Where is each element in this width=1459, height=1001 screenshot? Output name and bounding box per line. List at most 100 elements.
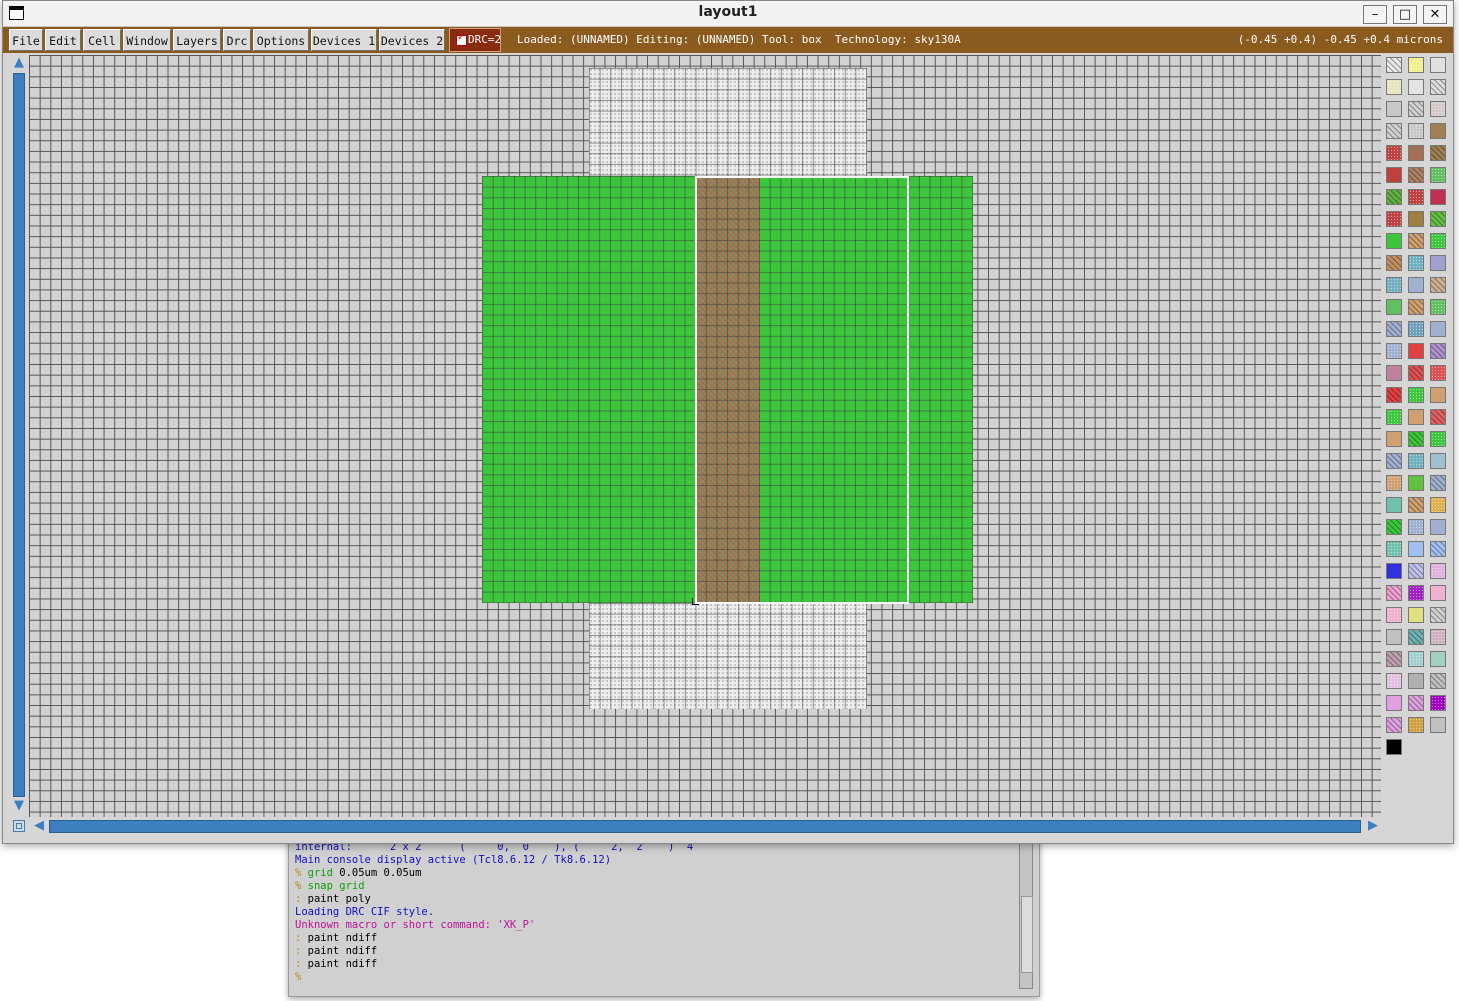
layer-swatch[interactable] <box>1386 343 1402 359</box>
maximize-button[interactable]: □ <box>1393 5 1417 24</box>
layer-swatch[interactable] <box>1408 585 1424 601</box>
layer-swatch[interactable] <box>1408 211 1424 227</box>
layer-swatch[interactable] <box>1430 541 1446 557</box>
layer-swatch[interactable] <box>1386 365 1402 381</box>
close-button[interactable]: ✕ <box>1423 5 1447 24</box>
layer-swatch[interactable] <box>1430 629 1446 645</box>
layer-swatch[interactable] <box>1408 145 1424 161</box>
layer-swatch[interactable] <box>1408 431 1424 447</box>
layer-swatch[interactable] <box>1408 57 1424 73</box>
down-arrow-icon[interactable]: ▼ <box>11 799 27 813</box>
console-scrollbar[interactable] <box>1019 835 1033 989</box>
layer-swatch[interactable] <box>1386 717 1402 733</box>
layer-swatch[interactable] <box>1386 563 1402 579</box>
layer-swatch[interactable] <box>1430 343 1446 359</box>
layer-swatch[interactable] <box>1430 211 1446 227</box>
left-arrow-icon[interactable]: ◀ <box>31 819 47 833</box>
layer-swatch[interactable] <box>1430 717 1446 733</box>
vertical-scrollbar[interactable]: ▲ ▼ <box>9 55 29 817</box>
layer-swatch[interactable] <box>1430 299 1446 315</box>
layer-swatch[interactable] <box>1386 79 1402 95</box>
layer-swatch[interactable] <box>1386 387 1402 403</box>
layer-swatch[interactable] <box>1430 475 1446 491</box>
layer-swatch[interactable] <box>1386 541 1402 557</box>
layer-swatch[interactable] <box>1430 321 1446 337</box>
layer-swatch[interactable] <box>1408 233 1424 249</box>
layer-swatch[interactable] <box>1408 101 1424 117</box>
layer-swatch[interactable] <box>1408 321 1424 337</box>
layer-swatch[interactable] <box>1408 409 1424 425</box>
layer-swatch[interactable] <box>1386 475 1402 491</box>
menu-devices-2[interactable]: Devices 2 <box>379 29 445 51</box>
layer-swatch[interactable] <box>1386 101 1402 117</box>
layer-swatch[interactable] <box>1430 585 1446 601</box>
layer-swatch[interactable] <box>1386 431 1402 447</box>
layer-swatch[interactable] <box>1386 277 1402 293</box>
layer-swatch[interactable] <box>1386 585 1402 601</box>
layer-swatch[interactable] <box>1430 607 1446 623</box>
layer-swatch[interactable] <box>1408 255 1424 271</box>
layer-swatch[interactable] <box>1408 277 1424 293</box>
layer-swatch[interactable] <box>1430 563 1446 579</box>
menu-layers[interactable]: Layers <box>173 29 221 51</box>
up-arrow-icon[interactable]: ▲ <box>11 56 27 70</box>
menu-cell[interactable]: Cell <box>83 29 121 51</box>
zoom-box-icon[interactable] <box>13 820 25 832</box>
layer-swatch[interactable] <box>1386 453 1402 469</box>
layer-swatch[interactable] <box>1430 277 1446 293</box>
layer-swatch[interactable] <box>1408 365 1424 381</box>
layer-swatch[interactable] <box>1408 343 1424 359</box>
layer-swatch[interactable] <box>1386 321 1402 337</box>
layer-swatch[interactable] <box>1386 167 1402 183</box>
layer-swatch[interactable] <box>1430 145 1446 161</box>
layer-swatch[interactable] <box>1430 79 1446 95</box>
layer-swatch[interactable] <box>1386 255 1402 271</box>
layer-swatch[interactable] <box>1430 57 1446 73</box>
layer-swatch[interactable] <box>1386 497 1402 513</box>
layer-swatch[interactable] <box>1430 409 1446 425</box>
layer-swatch[interactable] <box>1408 189 1424 205</box>
layer-swatch[interactable] <box>1408 607 1424 623</box>
layer-swatch[interactable] <box>1430 365 1446 381</box>
layer-swatch[interactable] <box>1408 453 1424 469</box>
menu-drc[interactable]: Drc <box>223 29 251 51</box>
layer-swatch[interactable] <box>1430 233 1446 249</box>
layer-swatch[interactable] <box>1408 519 1424 535</box>
layer-swatch[interactable] <box>1430 101 1446 117</box>
layer-swatch[interactable] <box>1386 651 1402 667</box>
layer-swatch[interactable] <box>1408 299 1424 315</box>
minimize-button[interactable]: – <box>1363 5 1387 24</box>
layer-swatch[interactable] <box>1386 211 1402 227</box>
layer-swatch[interactable] <box>1408 673 1424 689</box>
layer-swatch[interactable] <box>1408 387 1424 403</box>
layer-swatch[interactable] <box>1386 739 1402 755</box>
layout-canvas[interactable] <box>29 55 1381 817</box>
drc-checkbox[interactable] <box>456 32 467 46</box>
layer-swatch[interactable] <box>1408 563 1424 579</box>
layer-swatch[interactable] <box>1386 695 1402 711</box>
menu-edit[interactable]: Edit <box>45 29 81 51</box>
layer-swatch[interactable] <box>1408 695 1424 711</box>
layer-swatch[interactable] <box>1408 541 1424 557</box>
menu-window[interactable]: Window <box>123 29 171 51</box>
layer-swatch[interactable] <box>1386 409 1402 425</box>
layer-swatch[interactable] <box>1408 629 1424 645</box>
layer-swatch[interactable] <box>1408 79 1424 95</box>
layer-swatch[interactable] <box>1430 189 1446 205</box>
selection-box[interactable] <box>695 176 909 604</box>
vertical-scroll-thumb[interactable] <box>13 73 25 797</box>
layer-swatch[interactable] <box>1386 519 1402 535</box>
layer-swatch[interactable] <box>1386 189 1402 205</box>
title-bar[interactable]: layout1 – □ ✕ <box>3 1 1453 27</box>
horizontal-scroll-thumb[interactable] <box>49 820 1361 833</box>
layer-swatch[interactable] <box>1386 233 1402 249</box>
layer-swatch[interactable] <box>1408 167 1424 183</box>
layer-swatch[interactable] <box>1386 57 1402 73</box>
layer-swatch[interactable] <box>1408 123 1424 139</box>
layer-swatch[interactable] <box>1386 607 1402 623</box>
layer-swatch[interactable] <box>1430 255 1446 271</box>
layer-swatch[interactable] <box>1386 145 1402 161</box>
layer-swatch[interactable] <box>1430 519 1446 535</box>
drc-toggle[interactable]: DRC=2 <box>449 28 501 52</box>
layer-swatch[interactable] <box>1430 167 1446 183</box>
